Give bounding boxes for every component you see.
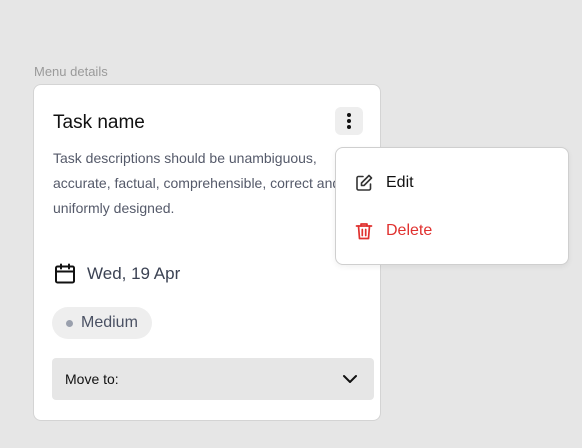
chevron-down-icon [343,375,357,383]
menu-item-delete[interactable]: Delete [354,218,432,244]
due-date: Wed, 19 Apr [53,261,180,287]
task-card: Task name Task descriptions should be un… [33,84,381,421]
task-description: Task descriptions should be unambiguous,… [53,150,341,216]
trash-icon [355,223,373,240]
priority-badge: Medium [52,307,152,339]
section-label: Menu details [34,64,108,79]
context-menu: Edit Delete [335,147,569,265]
due-date-text: Wed, 19 Apr [87,264,181,283]
move-to-label: Move to: [65,371,119,387]
priority-dot-icon [66,319,73,327]
priority-label: Medium [81,314,138,331]
menu-item-label: Delete [386,222,433,239]
edit-icon [356,174,373,191]
more-options-button[interactable] [335,107,363,135]
task-title: Task name [53,112,145,133]
calendar-icon [55,263,75,284]
menu-item-edit[interactable]: Edit [354,170,414,196]
menu-item-label: Edit [386,174,414,191]
move-to-select[interactable]: Move to: [52,358,374,400]
more-vertical-icon [347,113,351,129]
